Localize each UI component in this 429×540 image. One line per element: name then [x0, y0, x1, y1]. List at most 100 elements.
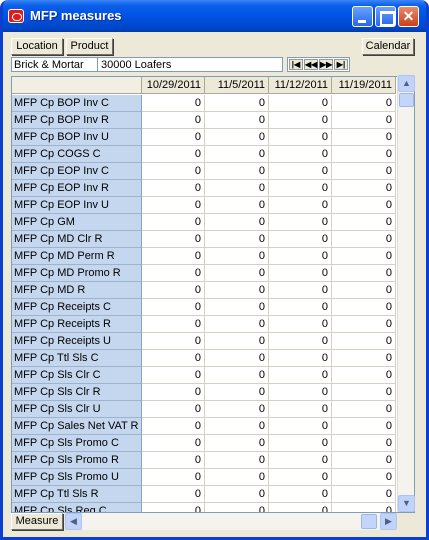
grid-cell[interactable]: 0 [332, 418, 396, 435]
grid-cell[interactable]: 0 [269, 418, 332, 435]
grid-cell[interactable]: 0 [142, 469, 205, 486]
grid-cell[interactable]: 0 [332, 350, 396, 367]
grid-cell[interactable]: 0 [332, 282, 396, 299]
row-header[interactable]: MFP Cp MD Clr R [12, 231, 142, 248]
grid-cell[interactable]: 0 [142, 180, 205, 197]
measure-button[interactable]: Measure [11, 513, 63, 530]
horizontal-scrollbar[interactable]: ◀ ▶ [65, 513, 397, 530]
grid-cell[interactable]: 0 [205, 384, 269, 401]
grid-cell[interactable]: 0 [269, 469, 332, 486]
row-header[interactable]: MFP Cp GM [12, 214, 142, 231]
grid-cell[interactable]: 0 [332, 95, 396, 112]
row-header[interactable]: MFP Cp Sls Promo R [12, 452, 142, 469]
vertical-scroll-thumb[interactable] [399, 93, 414, 107]
grid-cell[interactable]: 0 [142, 265, 205, 282]
grid-cell[interactable]: 0 [205, 486, 269, 503]
row-header[interactable]: MFP Cp COGS C [12, 146, 142, 163]
row-header[interactable]: MFP Cp Sls Clr R [12, 384, 142, 401]
row-header[interactable]: MFP Cp Sls Promo C [12, 435, 142, 452]
grid-cell[interactable]: 0 [205, 401, 269, 418]
grid-cell[interactable]: 0 [269, 435, 332, 452]
grid-cell[interactable]: 0 [332, 163, 396, 180]
grid-cell[interactable]: 0 [142, 452, 205, 469]
grid-cell[interactable]: 0 [269, 231, 332, 248]
grid-cell[interactable]: 0 [142, 163, 205, 180]
grid-cell[interactable]: 0 [332, 299, 396, 316]
grid-cell[interactable]: 0 [142, 418, 205, 435]
row-header[interactable]: MFP Cp Receipts C [12, 299, 142, 316]
row-header[interactable]: MFP Cp BOP Inv U [12, 129, 142, 146]
grid-cell[interactable]: 0 [142, 95, 205, 112]
row-header[interactable]: MFP Cp MD R [12, 282, 142, 299]
row-header[interactable]: MFP Cp Sales Net VAT R [12, 418, 142, 435]
grid-cell[interactable]: 0 [205, 197, 269, 214]
grid-cell[interactable]: 0 [332, 112, 396, 129]
grid-cell[interactable]: 0 [142, 214, 205, 231]
grid-cell[interactable]: 0 [332, 435, 396, 452]
grid-cell[interactable]: 0 [269, 401, 332, 418]
grid-cell[interactable]: 0 [142, 435, 205, 452]
grid-cell[interactable]: 0 [332, 214, 396, 231]
grid-cell[interactable]: 0 [142, 248, 205, 265]
grid-cell[interactable]: 0 [142, 333, 205, 350]
grid-cell[interactable]: 0 [142, 112, 205, 129]
grid-cell[interactable]: 0 [332, 248, 396, 265]
row-header[interactable]: MFP Cp Ttl Sls R [12, 486, 142, 503]
grid-cell[interactable]: 0 [269, 299, 332, 316]
grid-cell[interactable]: 0 [205, 367, 269, 384]
grid-cell[interactable]: 0 [205, 299, 269, 316]
grid-cell[interactable]: 0 [269, 265, 332, 282]
grid-cell[interactable]: 0 [142, 231, 205, 248]
row-header[interactable]: MFP Cp EOP Inv R [12, 180, 142, 197]
scroll-up-icon[interactable]: ▲ [398, 75, 415, 92]
previous-page-icon[interactable]: ◀◀ [304, 59, 318, 70]
grid-cell[interactable]: 0 [332, 384, 396, 401]
scroll-down-icon[interactable]: ▼ [398, 495, 415, 512]
row-header[interactable]: MFP Cp Ttl Sls C [12, 350, 142, 367]
column-header[interactable]: 11/12/2011 [269, 77, 332, 94]
scroll-right-icon[interactable]: ▶ [380, 513, 397, 530]
grid-cell[interactable]: 0 [269, 112, 332, 129]
column-header[interactable]: 10/29/2011 [142, 77, 205, 94]
close-icon[interactable]: ✕ [398, 6, 419, 27]
grid-cell[interactable]: 0 [205, 333, 269, 350]
grid-cell[interactable]: 0 [332, 469, 396, 486]
grid-cell[interactable]: 0 [269, 95, 332, 112]
row-header[interactable]: MFP Cp BOP Inv R [12, 112, 142, 129]
grid-cell[interactable]: 0 [205, 231, 269, 248]
row-header[interactable]: MFP Cp MD Promo R [12, 265, 142, 282]
grid-cell[interactable]: 0 [269, 333, 332, 350]
grid-cell[interactable]: 0 [332, 401, 396, 418]
horizontal-scroll-thumb[interactable] [361, 514, 377, 529]
grid-cell[interactable]: 0 [269, 384, 332, 401]
scroll-left-icon[interactable]: ◀ [65, 513, 82, 530]
grid-cell[interactable]: 0 [205, 112, 269, 129]
grid-cell[interactable]: 0 [269, 146, 332, 163]
grid-cell[interactable]: 0 [142, 401, 205, 418]
grid-cell[interactable]: 0 [332, 333, 396, 350]
grid-cell[interactable]: 0 [269, 452, 332, 469]
row-header[interactable]: MFP Cp Receipts R [12, 316, 142, 333]
grid-cell[interactable]: 0 [142, 367, 205, 384]
title-bar[interactable]: MFP measures ✕ [3, 0, 426, 32]
product-button[interactable]: Product [66, 38, 113, 55]
grid-cell[interactable]: 0 [269, 248, 332, 265]
grid-cell[interactable]: 0 [205, 180, 269, 197]
grid-cell[interactable]: 0 [332, 231, 396, 248]
calendar-button[interactable]: Calendar [362, 38, 414, 55]
first-page-icon[interactable]: |◀ [289, 59, 303, 70]
grid-cell[interactable]: 0 [205, 418, 269, 435]
grid-cell[interactable]: 0 [205, 146, 269, 163]
row-header[interactable]: MFP Cp EOP Inv C [12, 163, 142, 180]
row-header[interactable]: MFP Cp BOP Inv C [12, 95, 142, 112]
grid-cell[interactable]: 0 [332, 367, 396, 384]
maximize-icon[interactable] [375, 6, 396, 27]
grid-cell[interactable]: 0 [142, 486, 205, 503]
grid-cell[interactable]: 0 [142, 503, 205, 512]
grid-cell[interactable]: 0 [269, 197, 332, 214]
grid-cell[interactable]: 0 [332, 129, 396, 146]
row-header[interactable]: MFP Cp Sls Clr U [12, 401, 142, 418]
grid-cell[interactable]: 0 [269, 163, 332, 180]
vertical-scrollbar[interactable]: ▲ ▼ [397, 75, 415, 512]
last-page-icon[interactable]: ▶| [334, 59, 348, 70]
